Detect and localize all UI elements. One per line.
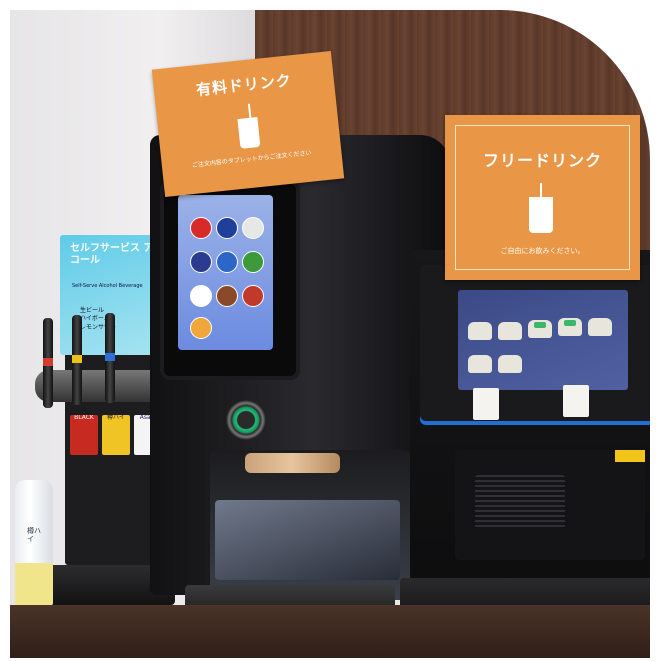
drink-option-icon[interactable] bbox=[216, 217, 238, 239]
vent-grille bbox=[475, 475, 565, 530]
counter-top bbox=[10, 605, 650, 658]
sign-title: フリードリンク bbox=[482, 151, 602, 170]
bottle-liquid bbox=[15, 563, 53, 608]
green-indicator bbox=[534, 322, 546, 328]
sign-title: 有料ドリンク bbox=[195, 71, 293, 100]
drink-size-button[interactable] bbox=[588, 318, 612, 336]
tap-label-black: BLACK bbox=[70, 415, 98, 455]
info-tag bbox=[563, 385, 589, 417]
drink-size-button[interactable] bbox=[528, 320, 552, 338]
free-drink-sign: フリードリンク ご自由にお飲みください。 bbox=[445, 115, 640, 280]
drink-option-icon[interactable] bbox=[216, 251, 238, 273]
drink-option-icon[interactable] bbox=[190, 251, 212, 273]
drink-option-icon[interactable] bbox=[242, 251, 264, 273]
drink-size-button[interactable] bbox=[468, 355, 492, 373]
drink-option-icon[interactable] bbox=[216, 285, 238, 307]
drink-size-button[interactable] bbox=[498, 355, 522, 373]
photo-frame: セルフサービス アルコール Self-Serve Alcohol Beverag… bbox=[10, 10, 650, 658]
drink-option-icon[interactable] bbox=[242, 285, 264, 307]
poster-subtitle: Self-Serve Alcohol Beverage bbox=[72, 283, 143, 289]
free-drink-touchscreen[interactable] bbox=[458, 290, 628, 390]
tap-manifold bbox=[35, 370, 165, 402]
beer-tap-handle[interactable] bbox=[72, 315, 82, 405]
sign-note: ご注文内容のタブレットからご注文ください bbox=[191, 149, 312, 170]
drink-option-icon[interactable] bbox=[190, 317, 212, 339]
drink-option-icon[interactable] bbox=[190, 217, 212, 239]
info-tag bbox=[473, 388, 499, 420]
sign-note: ご自由にお飲みください。 bbox=[500, 247, 585, 255]
drink-size-button[interactable] bbox=[498, 322, 522, 340]
cup-shield-flap[interactable] bbox=[215, 500, 400, 580]
green-indicator bbox=[564, 320, 576, 326]
warning-sticker bbox=[615, 450, 645, 462]
tap-label-tarhai: 樽ハイ bbox=[102, 415, 130, 455]
poster-item: ハイボール bbox=[80, 315, 110, 323]
beer-tap-handle[interactable] bbox=[105, 313, 115, 403]
poster-item-list: 生ビール ハイボール レモンサワー bbox=[80, 307, 160, 332]
drink-option-icon[interactable] bbox=[190, 285, 212, 307]
bottle-label: 樽ハイ bbox=[27, 527, 41, 543]
drink-size-button[interactable] bbox=[558, 318, 582, 336]
straw-icon bbox=[247, 103, 252, 120]
paid-drink-sign: 有料ドリンク ご注文内容のタブレットからご注文ください bbox=[151, 50, 345, 198]
tap-band-yellow bbox=[72, 355, 82, 363]
cup-icon bbox=[237, 116, 261, 149]
dispense-nozzles bbox=[245, 453, 340, 473]
tap-band-red bbox=[43, 358, 53, 366]
drink-touchscreen[interactable] bbox=[178, 195, 273, 350]
squeeze-bottle: 樽ハイ bbox=[15, 480, 53, 608]
beer-tap-handle[interactable] bbox=[43, 318, 53, 408]
poster-item: レモンサワー bbox=[80, 323, 117, 331]
tap-band-blue bbox=[105, 353, 115, 361]
drink-option-icon[interactable] bbox=[242, 217, 264, 239]
cup-icon bbox=[529, 197, 553, 233]
dispense-button[interactable] bbox=[226, 400, 266, 440]
drink-size-button[interactable] bbox=[468, 322, 492, 340]
